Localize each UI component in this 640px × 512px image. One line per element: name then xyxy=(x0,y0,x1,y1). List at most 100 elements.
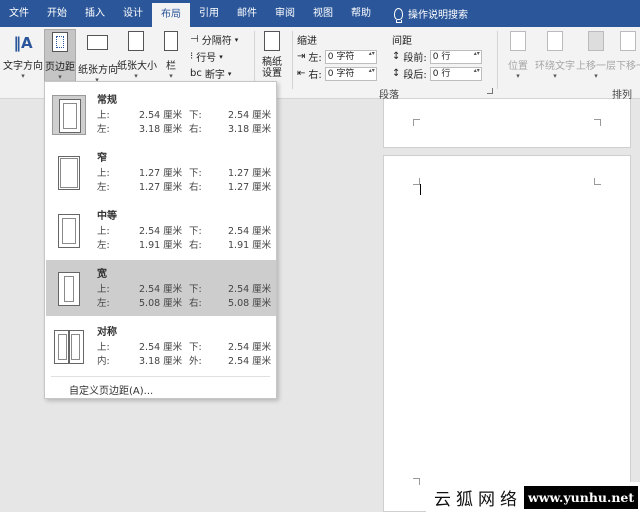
margin-option-normal[interactable]: 常规 上: 2.54 厘米 下: 2.54 厘米 左: 3.18 厘米 右: 3… xyxy=(46,86,276,142)
line-numbers-button[interactable]: ⁝ 行号 ▾ xyxy=(190,49,223,64)
breaks-button[interactable]: ⊣ 分隔符 ▾ xyxy=(190,32,238,47)
watermark: 云狐网络 www.yunhu.net xyxy=(426,482,640,512)
margin-option-moderate[interactable]: 中等 上: 2.54 厘米 下: 2.54 厘米 左: 1.91 厘米 右: 1… xyxy=(46,202,276,258)
tab-file[interactable]: 文件 xyxy=(0,0,38,27)
watermark-cn: 云狐网络 xyxy=(434,489,522,510)
indent-right-input[interactable]: 0 字符 xyxy=(324,66,377,81)
send-backward-label: 下移一 xyxy=(616,61,640,72)
chevron-down-icon: ▾ xyxy=(169,72,173,80)
columns-button[interactable]: 栏 ▾ xyxy=(160,31,182,80)
indent-left-icon: ⇥ xyxy=(297,51,306,62)
value-bottom: 2.54 厘米 xyxy=(228,284,272,295)
breaks-label: 分隔符 xyxy=(201,36,232,47)
spacing-before-label: 段前: xyxy=(403,53,427,64)
label-right: 右: xyxy=(189,124,202,135)
orientation-button[interactable]: 纸张方向 ▾ xyxy=(78,31,118,84)
ribbon-tab-bar: 文件 开始 插入 设计 布局 引用 邮件 审阅 视图 帮助 操作说明搜索 xyxy=(0,0,640,27)
option-name: 中等 xyxy=(97,211,117,222)
value-bottom: 2.54 厘米 xyxy=(228,342,272,353)
position-button[interactable]: 位置 ▾ xyxy=(503,31,533,80)
margin-option-wide[interactable]: 宽 上: 2.54 厘米 下: 2.54 厘米 左: 5.08 厘米 右: 5.… xyxy=(46,260,276,316)
paper-size-icon xyxy=(128,31,144,51)
tab-help[interactable]: 帮助 xyxy=(342,0,380,27)
spacing-after-input[interactable]: 0 行 xyxy=(429,66,482,81)
label-inside: 内: xyxy=(97,356,110,367)
indent-right-icon: ⇤ xyxy=(297,68,306,79)
position-icon xyxy=(510,31,526,51)
label-top: 上: xyxy=(97,168,110,179)
tab-review[interactable]: 审阅 xyxy=(266,0,304,27)
line-numbers-label: 行号 xyxy=(196,53,217,64)
label-bottom: 下: xyxy=(189,226,202,237)
chevron-down-icon: ▾ xyxy=(227,69,232,78)
corner-mark xyxy=(413,178,420,185)
tab-design[interactable]: 设计 xyxy=(114,0,152,27)
corner-mark xyxy=(413,119,420,126)
send-backward-button[interactable]: 下移一 xyxy=(616,31,640,72)
tab-insert[interactable]: 插入 xyxy=(76,0,114,27)
value-inside: 3.18 厘米 xyxy=(139,356,183,367)
orientation-label: 纸张方向 xyxy=(78,65,118,76)
indent-left-label: 左: xyxy=(308,53,322,64)
chevron-down-icon: ▾ xyxy=(594,72,598,80)
chevron-down-icon: ▾ xyxy=(21,72,25,80)
tab-layout[interactable]: 布局 xyxy=(152,3,190,27)
tell-me-search[interactable]: 操作说明搜索 xyxy=(380,0,468,27)
hyphenation-button[interactable]: bc 断字 ▾ xyxy=(190,66,231,81)
value-outside: 2.54 厘米 xyxy=(228,356,272,367)
value-left: 5.08 厘米 xyxy=(139,298,183,309)
indent-left-input[interactable]: 0 字符 xyxy=(324,49,377,64)
corner-mark xyxy=(594,178,601,185)
spacing-before-row: ↕ 段前: 0 行 xyxy=(392,49,482,64)
size-button[interactable]: 纸张大小 ▾ xyxy=(117,31,157,80)
indent-right-row: ⇤ 右: 0 字符 xyxy=(297,66,377,81)
wrap-text-label: 环绕文字 xyxy=(535,61,575,72)
margins-button[interactable]: 页边距 ▾ xyxy=(44,29,76,83)
indent-left-row: ⇥ 左: 0 字符 xyxy=(297,49,377,64)
option-name: 常规 xyxy=(97,95,117,106)
margin-option-narrow[interactable]: 窄 上: 1.27 厘米 下: 1.27 厘米 左: 1.27 厘米 右: 1.… xyxy=(46,144,276,200)
margin-normal-icon xyxy=(52,95,86,135)
chevron-down-icon: ▾ xyxy=(553,72,557,80)
draft-paper-button[interactable]: 稿纸 设置 xyxy=(258,31,286,79)
wrap-text-icon xyxy=(547,31,563,51)
wrap-text-button[interactable]: 环绕文字 ▾ xyxy=(535,31,575,80)
value-left: 1.91 厘米 xyxy=(139,240,183,251)
bring-forward-icon xyxy=(588,31,604,51)
indent-heading: 缩进 xyxy=(297,36,317,47)
bring-forward-button[interactable]: 上移一层 ▾ xyxy=(576,31,616,80)
columns-label: 栏 xyxy=(166,61,176,72)
text-direction-icon: ‖A xyxy=(13,34,33,52)
label-outside: 外: xyxy=(189,356,202,367)
margin-mirrored-icon xyxy=(52,327,86,367)
draft-paper-label: 稿纸 设置 xyxy=(262,57,282,79)
custom-margins-item[interactable]: 自定义页边距(A)... xyxy=(69,382,153,397)
draft-paper-icon xyxy=(264,31,280,51)
label-right: 右: xyxy=(189,298,202,309)
margin-option-mirrored[interactable]: 对称 上: 2.54 厘米 下: 2.54 厘米 内: 3.18 厘米 外: 2… xyxy=(46,318,276,374)
option-name: 窄 xyxy=(97,153,107,164)
page-previous[interactable] xyxy=(383,99,631,148)
value-top: 1.27 厘米 xyxy=(139,168,183,179)
position-label: 位置 xyxy=(508,61,528,72)
label-left: 左: xyxy=(97,298,110,309)
value-bottom: 1.27 厘米 xyxy=(228,168,272,179)
dialog-launcher-icon[interactable] xyxy=(487,88,493,94)
spacing-before-input[interactable]: 0 行 xyxy=(429,49,482,64)
spacing-after-icon: ↕ xyxy=(392,68,401,79)
page-current[interactable] xyxy=(383,155,631,512)
tab-mailings[interactable]: 邮件 xyxy=(228,0,266,27)
tab-view[interactable]: 视图 xyxy=(304,0,342,27)
label-top: 上: xyxy=(97,226,110,237)
line-numbers-icon: ⁝ xyxy=(190,51,194,62)
label-bottom: 下: xyxy=(189,342,202,353)
label-bottom: 下: xyxy=(189,110,202,121)
spacing-after-label: 段后: xyxy=(403,70,427,81)
text-direction-button[interactable]: ‖A 文字方向 ▾ xyxy=(3,31,43,80)
label-right: 右: xyxy=(189,240,202,251)
tab-references[interactable]: 引用 xyxy=(190,0,228,27)
spacing-heading: 间距 xyxy=(392,36,412,47)
text-direction-label: 文字方向 xyxy=(3,61,43,72)
label-top: 上: xyxy=(97,284,110,295)
tab-home[interactable]: 开始 xyxy=(38,0,76,27)
